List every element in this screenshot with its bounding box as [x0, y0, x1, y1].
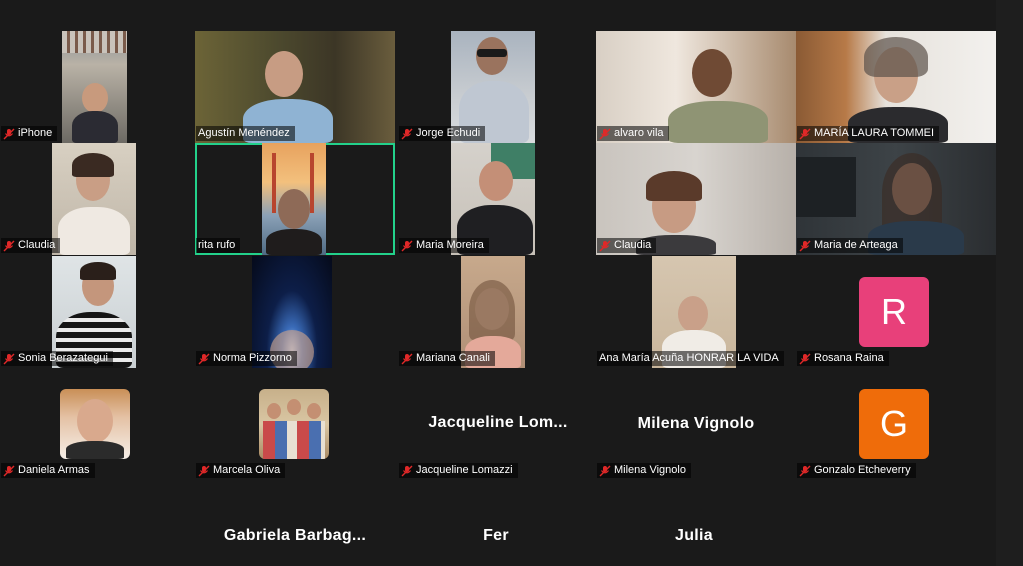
participant-avatar: G: [859, 389, 929, 459]
avatar-initial: R: [881, 291, 907, 332]
participant-tile-alvaro-vila[interactable]: alvaro vila: [596, 31, 796, 143]
participant-name-tag: Claudia: [597, 238, 657, 253]
participant-name-tag: alvaro vila: [597, 126, 669, 141]
participant-avatar: [60, 389, 130, 459]
participant-name: Claudia: [18, 239, 56, 251]
participant-video: [62, 31, 127, 143]
participant-tile-milena-vignolo[interactable]: Milena Vignolo Milena Vignolo: [596, 368, 796, 480]
participant-name: alvaro vila: [614, 127, 664, 139]
microphone-muted-icon: [3, 465, 15, 476]
participant-name-tag: Maria de Arteaga: [797, 238, 903, 253]
participant-tile-jorge-echudi[interactable]: Jorge Echudi: [398, 31, 598, 143]
participant-name: Sonia Berazategui: [18, 352, 108, 364]
participant-name-tag: Gonzalo Etcheverry: [797, 463, 916, 478]
participant-name-tag: Ana María Acuña HONRAR LA VIDA: [597, 351, 784, 366]
participant-name-tag: Jorge Echudi: [399, 126, 486, 141]
participant-tile-ana-maria-acuna[interactable]: Ana María Acuña HONRAR LA VIDA: [596, 256, 796, 368]
participant-avatar: [259, 389, 329, 459]
participant-avatar: R: [859, 277, 929, 347]
participant-tile-maria-de-arteaga[interactable]: Maria de Arteaga: [796, 143, 996, 255]
participant-tile-rosana-raina[interactable]: R Rosana Raina: [796, 256, 996, 368]
participant-name-tag: Maria Moreira: [399, 238, 489, 253]
participant-tile-fer[interactable]: Fer: [398, 480, 594, 566]
participant-tile-maria-laura-tommei[interactable]: MARÍA LAURA TOMMEI: [796, 31, 996, 143]
participant-name: Norma Pizzorno: [213, 352, 292, 364]
microphone-muted-icon: [799, 465, 811, 476]
participant-name-tag: Claudia: [1, 238, 61, 253]
participant-name: Rosana Raina: [814, 352, 884, 364]
participant-name: Marcela Oliva: [213, 464, 281, 476]
participant-tile-sonia-berazategui[interactable]: Sonia Berazategui: [0, 256, 200, 368]
participant-name-tag: Jacqueline Lomazzi: [399, 463, 518, 478]
participant-name: Daniela Armas: [18, 464, 90, 476]
participant-tile-julia[interactable]: Julia: [596, 480, 792, 566]
participant-name-tag: iPhone: [1, 126, 58, 141]
participant-tile-gonzalo-etcheverry[interactable]: G Gonzalo Etcheverry: [796, 368, 996, 480]
participant-name: Jorge Echudi: [416, 127, 481, 139]
participant-display-name: Gabriela Barbag...: [223, 527, 367, 544]
microphone-muted-icon: [599, 240, 611, 251]
participant-tile-rita-rufo[interactable]: rita rufo: [195, 143, 395, 255]
participant-name-tag: Agustín Menéndez: [196, 126, 295, 141]
participant-tile-agustin-menendez[interactable]: Agustín Menéndez: [195, 31, 395, 143]
microphone-muted-icon: [799, 353, 811, 364]
participant-name: Milena Vignolo: [614, 464, 686, 476]
participant-name: Jacqueline Lomazzi: [416, 464, 513, 476]
participant-name-tag: Marcela Oliva: [196, 463, 286, 478]
avatar-initial: G: [879, 403, 908, 444]
participant-tile-iphone[interactable]: iPhone: [0, 31, 200, 143]
microphone-muted-icon: [198, 465, 210, 476]
participant-display-name: Jacqueline Lom...: [428, 414, 568, 431]
microphone-muted-icon: [3, 128, 15, 139]
participant-name-tag: Rosana Raina: [797, 351, 889, 366]
microphone-muted-icon: [401, 240, 413, 251]
participant-name: Mariana Canali: [416, 352, 490, 364]
microphone-muted-icon: [401, 128, 413, 139]
participant-name-tag: Milena Vignolo: [597, 463, 691, 478]
participant-display-name: Julia: [675, 527, 713, 544]
participant-name-tag: MARÍA LAURA TOMMEI: [797, 126, 940, 141]
participant-display-name: Fer: [483, 527, 509, 544]
participant-name: Claudia: [614, 239, 652, 251]
participant-tile-claudia[interactable]: Claudia: [0, 143, 200, 255]
window-edge: [996, 0, 1023, 566]
participant-tile-norma-pizzorno[interactable]: Norma Pizzorno: [195, 256, 395, 368]
microphone-muted-icon: [401, 465, 413, 476]
participant-video: [52, 143, 136, 255]
participant-name-tag: Mariana Canali: [399, 351, 495, 366]
microphone-muted-icon: [3, 353, 15, 364]
participant-name: iPhone: [18, 127, 53, 139]
participant-name: Agustín Menéndez: [198, 127, 290, 139]
participant-name: rita rufo: [198, 239, 236, 251]
participant-name: MARÍA LAURA TOMMEI: [814, 127, 935, 139]
microphone-muted-icon: [599, 465, 611, 476]
participant-name-tag: Sonia Berazategui: [1, 351, 113, 366]
participant-name: Maria Moreira: [416, 239, 484, 251]
participant-name-tag: Norma Pizzorno: [196, 351, 297, 366]
participant-name: Maria de Arteaga: [814, 239, 898, 251]
participant-display-name: Milena Vignolo: [637, 415, 755, 432]
participant-tile-mariana-canali[interactable]: Mariana Canali: [398, 256, 598, 368]
microphone-muted-icon: [799, 128, 811, 139]
microphone-muted-icon: [599, 128, 611, 139]
participant-tile-maria-moreira[interactable]: Maria Moreira: [398, 143, 598, 255]
participant-tile-jacqueline-lomazzi[interactable]: Jacqueline Lom... Jacqueline Lomazzi: [398, 368, 598, 480]
participant-tile-daniela-armas[interactable]: Daniela Armas: [0, 368, 200, 480]
microphone-muted-icon: [799, 240, 811, 251]
microphone-muted-icon: [401, 353, 413, 364]
participant-tile-marcela-oliva[interactable]: Marcela Oliva: [195, 368, 395, 480]
meeting-window: iPhone Agustín Menéndez Jorge Echudi alv…: [0, 0, 1023, 566]
participant-name-tag: rita rufo: [196, 238, 241, 253]
microphone-muted-icon: [3, 240, 15, 251]
participant-tile-claudia-2[interactable]: Claudia: [596, 143, 796, 255]
participant-name: Ana María Acuña HONRAR LA VIDA: [599, 352, 779, 364]
participant-name: Gonzalo Etcheverry: [814, 464, 911, 476]
participant-name-tag: Daniela Armas: [1, 463, 95, 478]
participant-tile-gabriela-barbag[interactable]: Gabriela Barbag...: [195, 480, 395, 566]
microphone-muted-icon: [198, 353, 210, 364]
participant-video: [262, 143, 326, 255]
